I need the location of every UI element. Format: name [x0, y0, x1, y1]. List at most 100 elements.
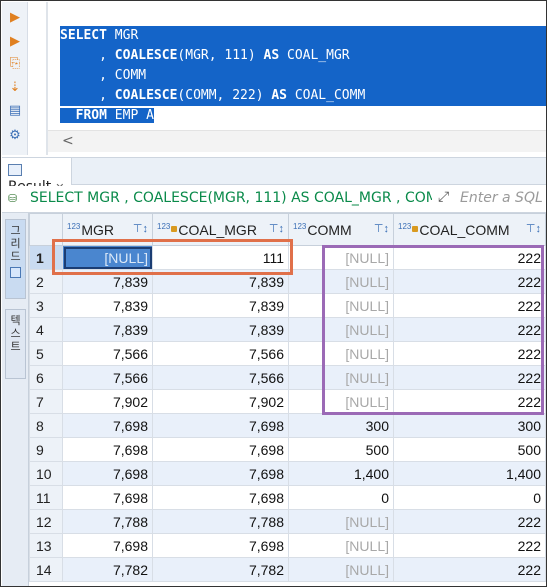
column-header-mgr[interactable]: 123MGR ⊤↕: [62, 213, 153, 246]
grid-cell[interactable]: 500: [288, 437, 394, 462]
grid-cell[interactable]: 222: [393, 293, 546, 318]
grid-cell[interactable]: 222: [393, 317, 546, 342]
table-row[interactable]: 4 7,839 7,839 [NULL] 222: [29, 317, 546, 342]
grid-cell[interactable]: [NULL]: [288, 341, 394, 366]
row-number[interactable]: 6: [29, 365, 63, 390]
grid-cell[interactable]: 7,566: [152, 365, 289, 390]
row-number[interactable]: 3: [29, 293, 63, 318]
grid-cell[interactable]: 7,839: [62, 293, 153, 318]
grid-cell[interactable]: [NULL]: [288, 317, 394, 342]
grid-cell[interactable]: [NULL]: [288, 245, 394, 270]
grid-corner[interactable]: [29, 213, 63, 246]
grid-cell[interactable]: 7,839: [62, 317, 153, 342]
table-row[interactable]: 1 [NULL] 111 [NULL] 222: [29, 245, 546, 270]
grid-cell[interactable]: 7,698: [62, 437, 153, 462]
grid-cell[interactable]: 7,698: [62, 413, 153, 438]
execute-statement-icon[interactable]: ▶: [7, 10, 23, 26]
grid-cell[interactable]: 7,788: [62, 509, 153, 534]
grid-cell[interactable]: 7,839: [152, 317, 289, 342]
grid-cell[interactable]: [NULL]: [288, 389, 394, 414]
grid-cell[interactable]: [NULL]: [288, 509, 394, 534]
grid-cell[interactable]: [NULL]: [288, 269, 394, 294]
grid-cell[interactable]: 1,400: [288, 461, 394, 486]
table-row[interactable]: 10 7,698 7,698 1,400 1,400: [29, 461, 546, 486]
code-line[interactable]: FROM EMP A: [60, 106, 546, 126]
horizontal-scrollbar[interactable]: <: [48, 130, 546, 152]
grid-cell[interactable]: 7,782: [62, 557, 153, 582]
code-line[interactable]: , COMM: [60, 66, 546, 86]
grid-cell[interactable]: 7,839: [152, 269, 289, 294]
row-number[interactable]: 9: [29, 437, 63, 462]
history-icon[interactable]: ▤: [7, 103, 23, 119]
grid-cell[interactable]: 0: [288, 485, 394, 510]
row-number[interactable]: 12: [29, 509, 63, 534]
grid-cell[interactable]: 7,698: [62, 533, 153, 558]
grid-cell[interactable]: 7,566: [152, 341, 289, 366]
table-row[interactable]: 2 7,839 7,839 [NULL] 222: [29, 269, 546, 294]
row-number[interactable]: 2: [29, 269, 63, 294]
sql-editor[interactable]: ▶ ▶ ⎘ ⇣ ▤ ⚙ SELECT MGR , COALESCE(MGR, 1…: [2, 2, 546, 155]
grid-cell[interactable]: 7,698: [62, 461, 153, 486]
table-row[interactable]: 11 7,698 7,698 0 0: [29, 485, 546, 510]
tab-result[interactable]: Result✕: [2, 158, 72, 195]
grid-cell[interactable]: 7,839: [62, 269, 153, 294]
sort-filter-icon[interactable]: ⊤↕: [374, 222, 389, 235]
grid-cell[interactable]: 7,698: [152, 413, 289, 438]
tab-grid[interactable]: 그리드: [5, 219, 26, 299]
table-row[interactable]: 5 7,566 7,566 [NULL] 222: [29, 341, 546, 366]
grid-cell[interactable]: [NULL]: [288, 557, 394, 582]
grid-cell[interactable]: 7,698: [62, 485, 153, 510]
grid-cell[interactable]: 7,788: [152, 509, 289, 534]
row-number[interactable]: 13: [29, 533, 63, 558]
grid-cell[interactable]: [NULL]: [288, 293, 394, 318]
grid-cell[interactable]: 111: [152, 245, 289, 270]
scroll-left-icon[interactable]: <: [62, 133, 74, 149]
table-row[interactable]: 14 7,782 7,782 [NULL] 222: [29, 557, 546, 582]
grid-cell[interactable]: 222: [393, 389, 546, 414]
code-line[interactable]: , COALESCE(COMM, 222) AS COAL_COMM: [60, 86, 546, 106]
tab-text[interactable]: 텍스트: [5, 309, 26, 379]
table-row[interactable]: 3 7,839 7,839 [NULL] 222: [29, 293, 546, 318]
explain-plan-icon[interactable]: ⎘: [7, 56, 23, 72]
load-script-icon[interactable]: ⇣: [7, 80, 23, 96]
grid-cell[interactable]: 222: [393, 245, 546, 270]
settings-gear-icon[interactable]: ⚙: [7, 128, 23, 144]
grid-cell[interactable]: 500: [393, 437, 546, 462]
sql-code[interactable]: SELECT MGR , COALESCE(MGR, 111) AS COAL_…: [60, 26, 546, 126]
row-number[interactable]: 1: [29, 245, 63, 270]
filter-input[interactable]: Enter a SQL: [460, 190, 543, 206]
table-row[interactable]: 7 7,902 7,902 [NULL] 222: [29, 389, 546, 414]
code-line[interactable]: SELECT MGR: [60, 26, 546, 46]
table-row[interactable]: 13 7,698 7,698 [NULL] 222: [29, 533, 546, 558]
execute-script-icon[interactable]: ▶: [7, 34, 23, 50]
grid-cell[interactable]: 222: [393, 557, 546, 582]
grid-cell[interactable]: [NULL]: [62, 245, 153, 270]
grid-cell[interactable]: 7,698: [152, 485, 289, 510]
row-number[interactable]: 11: [29, 485, 63, 510]
grid-cell[interactable]: 222: [393, 533, 546, 558]
table-row[interactable]: 12 7,788 7,788 [NULL] 222: [29, 509, 546, 534]
code-line[interactable]: , COALESCE(MGR, 111) AS COAL_MGR: [60, 46, 546, 66]
grid-cell[interactable]: 0: [393, 485, 546, 510]
grid-cell[interactable]: 300: [288, 413, 394, 438]
row-number[interactable]: 7: [29, 389, 63, 414]
grid-cell[interactable]: [NULL]: [288, 533, 394, 558]
column-header-coal-comm[interactable]: 123 COAL_COMM ⊤↕: [393, 213, 546, 246]
row-number[interactable]: 5: [29, 341, 63, 366]
grid-cell[interactable]: 7,902: [62, 389, 153, 414]
grid-cell[interactable]: 7,698: [152, 437, 289, 462]
column-header-coal-mgr[interactable]: 123 COAL_MGR ⊤↕: [152, 213, 289, 246]
table-row[interactable]: 9 7,698 7,698 500 500: [29, 437, 546, 462]
grid-cell[interactable]: 7,698: [152, 533, 289, 558]
grid-cell[interactable]: 7,566: [62, 341, 153, 366]
row-number[interactable]: 4: [29, 317, 63, 342]
grid-cell[interactable]: 300: [393, 413, 546, 438]
column-header-comm[interactable]: 123COMM ⊤↕: [288, 213, 394, 246]
grid-cell[interactable]: 222: [393, 269, 546, 294]
table-row[interactable]: 8 7,698 7,698 300 300: [29, 413, 546, 438]
grid-cell[interactable]: 222: [393, 365, 546, 390]
sort-filter-icon[interactable]: ⊤↕: [133, 222, 148, 235]
grid-cell[interactable]: 222: [393, 509, 546, 534]
grid-cell[interactable]: 7,782: [152, 557, 289, 582]
result-grid[interactable]: 123MGR ⊤↕ 123 COAL_MGR ⊤↕ 123COMM ⊤↕ 123 COAL_CO…: [29, 213, 546, 582]
